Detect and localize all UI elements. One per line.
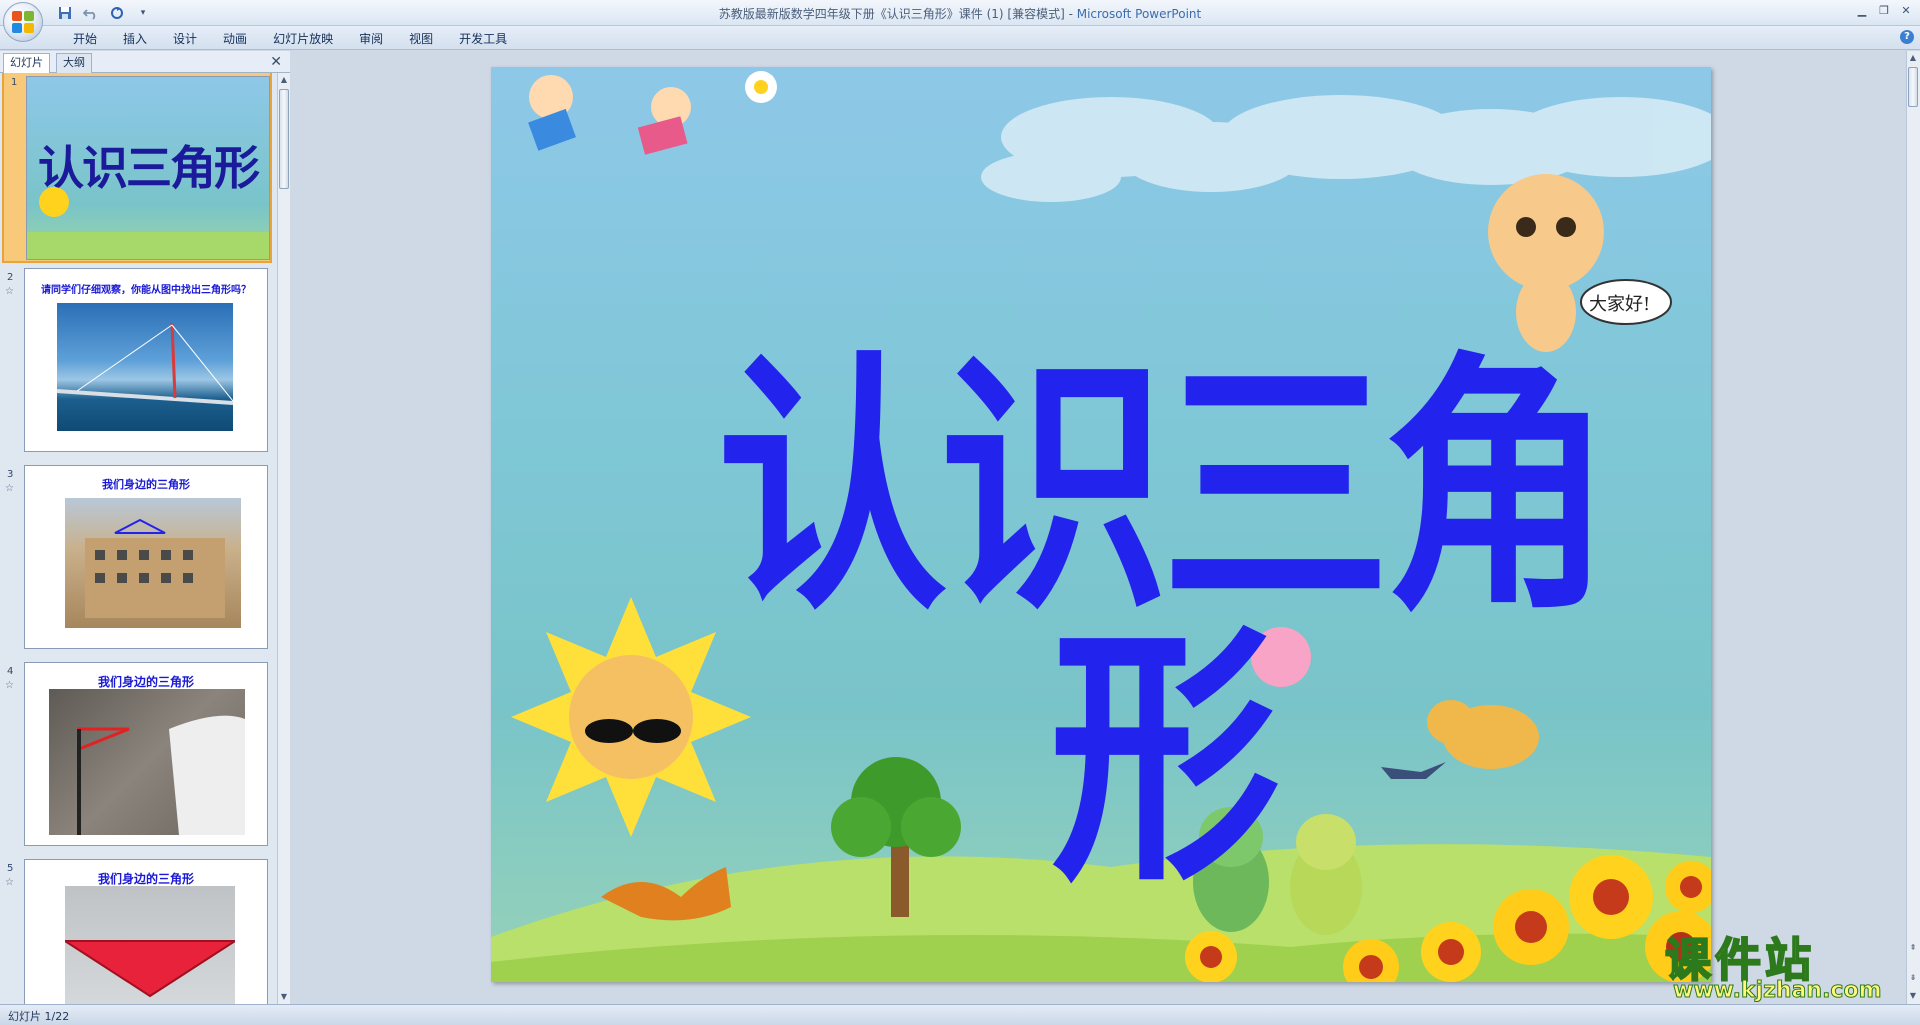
current-slide[interactable]: 大家好! 认识三角形 (491, 67, 1711, 982)
ribbon-tab-list: 开始 插入 设计 动画 幻灯片放映 审阅 视图 开发工具 (60, 30, 520, 48)
scroll-up-icon[interactable]: ▲ (278, 73, 290, 87)
basketball-hoop-photo (49, 689, 245, 835)
building-photo (65, 498, 241, 628)
thumbnail-list: 1 认识三角形 2 ☆ 请同学们仔细观察，你能从图中找出三角形吗？ 3 ☆ 我们… (0, 73, 276, 1004)
scroll-down-icon[interactable]: ▼ (278, 990, 290, 1004)
thumbnail-title: 请同学们仔细观察，你能从图中找出三角形吗？ (41, 285, 251, 296)
tab-design[interactable]: 设计 (160, 30, 210, 48)
thumbnail-slide-4[interactable]: 4 ☆ 我们身边的三角形 (0, 662, 276, 852)
tab-view[interactable]: 视图 (396, 30, 446, 48)
thumbnail-preview: 请同学们仔细观察，你能从图中找出三角形吗？ (24, 268, 268, 452)
speech-bubble-text: 大家好! (1589, 294, 1651, 315)
tab-outline[interactable]: 大纲 (56, 53, 92, 73)
help-icon[interactable]: ? (1900, 30, 1914, 44)
triangle-photo (65, 886, 235, 1004)
bridge-photo (57, 303, 233, 431)
office-button[interactable] (3, 2, 43, 42)
scrollbar-thumb[interactable] (279, 89, 289, 189)
slide-counter: 幻灯片 1/22 (8, 1010, 70, 1023)
panel-tabs: 幻灯片 大纲 ✕ (0, 51, 290, 73)
thumbnail-title: 认识三角形 (38, 141, 260, 195)
previous-slide-icon[interactable]: ⇞ (1907, 941, 1919, 955)
slide-editor: 大家好! 认识三角形 (291, 51, 1900, 1004)
window-title: 苏教版最新版数学四年级下册《认识三角形》课件 (1) [兼容模式] - Micr… (0, 5, 1920, 22)
animation-star-icon: ☆ (5, 286, 14, 297)
thumbnail-preview: 认识三角形 (26, 76, 270, 260)
scroll-up-icon[interactable]: ▲ (1907, 51, 1919, 65)
next-slide-icon[interactable]: ⇟ (1907, 971, 1919, 985)
thumbnail-slide-5[interactable]: 5 ☆ 我们身边的三角形 (0, 859, 276, 1004)
close-icon[interactable]: ✕ (270, 54, 282, 70)
window-controls: ▁ ❐ ✕ (1854, 3, 1914, 17)
animation-star-icon: ☆ (5, 483, 14, 494)
thumbnail-slide-1[interactable]: 1 认识三角形 (2, 73, 272, 263)
sun-icon (39, 187, 69, 217)
thumbnail-preview: 我们身边的三角形 (24, 465, 268, 649)
thumbnail-number: 2 (7, 272, 14, 283)
tab-slides[interactable]: 幻灯片 (3, 53, 50, 73)
ribbon-tabs: 开始 插入 设计 动画 幻灯片放映 审阅 视图 开发工具 ? (0, 26, 1920, 50)
thumbnail-number: 4 (7, 666, 14, 677)
thumbnail-slide-2[interactable]: 2 ☆ 请同学们仔细观察，你能从图中找出三角形吗？ (0, 268, 276, 458)
animation-star-icon: ☆ (5, 877, 14, 888)
scroll-down-icon[interactable]: ▼ (1907, 989, 1919, 1003)
document-title: 苏教版最新版数学四年级下册《认识三角形》课件 (1) [兼容模式] - (718, 7, 1077, 21)
office-logo-icon (12, 11, 34, 33)
tab-developer[interactable]: 开发工具 (446, 30, 520, 48)
editor-scrollbar[interactable]: ▲ ⇞ ⇟ ▼ (1906, 51, 1920, 1004)
thumbnail-number: 5 (7, 863, 14, 874)
thumbnail-number: 1 (11, 77, 18, 88)
status-bar: 幻灯片 1/22 (0, 1004, 1920, 1025)
tab-home[interactable]: 开始 (60, 30, 110, 48)
app-name: Microsoft PowerPoint (1076, 7, 1202, 21)
tab-animations[interactable]: 动画 (210, 30, 260, 48)
slide-title[interactable]: 认识三角形 (711, 352, 1613, 895)
scrollbar-thumb[interactable] (1908, 67, 1918, 107)
thumbnail-slide-3[interactable]: 3 ☆ 我们身边的三角形 (0, 465, 276, 655)
minimize-icon[interactable]: ▁ (1854, 3, 1870, 17)
animation-star-icon: ☆ (5, 680, 14, 691)
title-bar: ▾ 苏教版最新版数学四年级下册《认识三角形》课件 (1) [兼容模式] - Mi… (0, 0, 1920, 26)
thumbnail-scrollbar[interactable]: ▲ ▼ (277, 73, 290, 1004)
watermark-url: www.kjzhan.com (1673, 978, 1883, 1004)
grass-decoration (27, 232, 269, 259)
thumbnail-title: 我们身边的三角形 (97, 675, 194, 689)
slides-panel: 幻灯片 大纲 ✕ 1 认识三角形 2 ☆ 请同学们仔细观察，你能从图中找出三角形… (0, 51, 290, 1004)
thumbnail-title: 我们身边的三角形 (97, 872, 194, 886)
tab-review[interactable]: 审阅 (346, 30, 396, 48)
thumbnail-preview: 我们身边的三角形 (24, 859, 268, 1004)
tab-insert[interactable]: 插入 (110, 30, 160, 48)
thumbnail-preview: 我们身边的三角形 (24, 662, 268, 846)
close-icon[interactable]: ✕ (1898, 3, 1914, 17)
restore-icon[interactable]: ❐ (1876, 3, 1892, 17)
watermark-logo: 课件站 www.kjzhan.com (1664, 924, 1905, 1004)
thumbnail-title: 我们身边的三角形 (102, 478, 190, 491)
tab-slideshow[interactable]: 幻灯片放映 (260, 30, 346, 48)
thumbnail-number: 3 (7, 469, 14, 480)
